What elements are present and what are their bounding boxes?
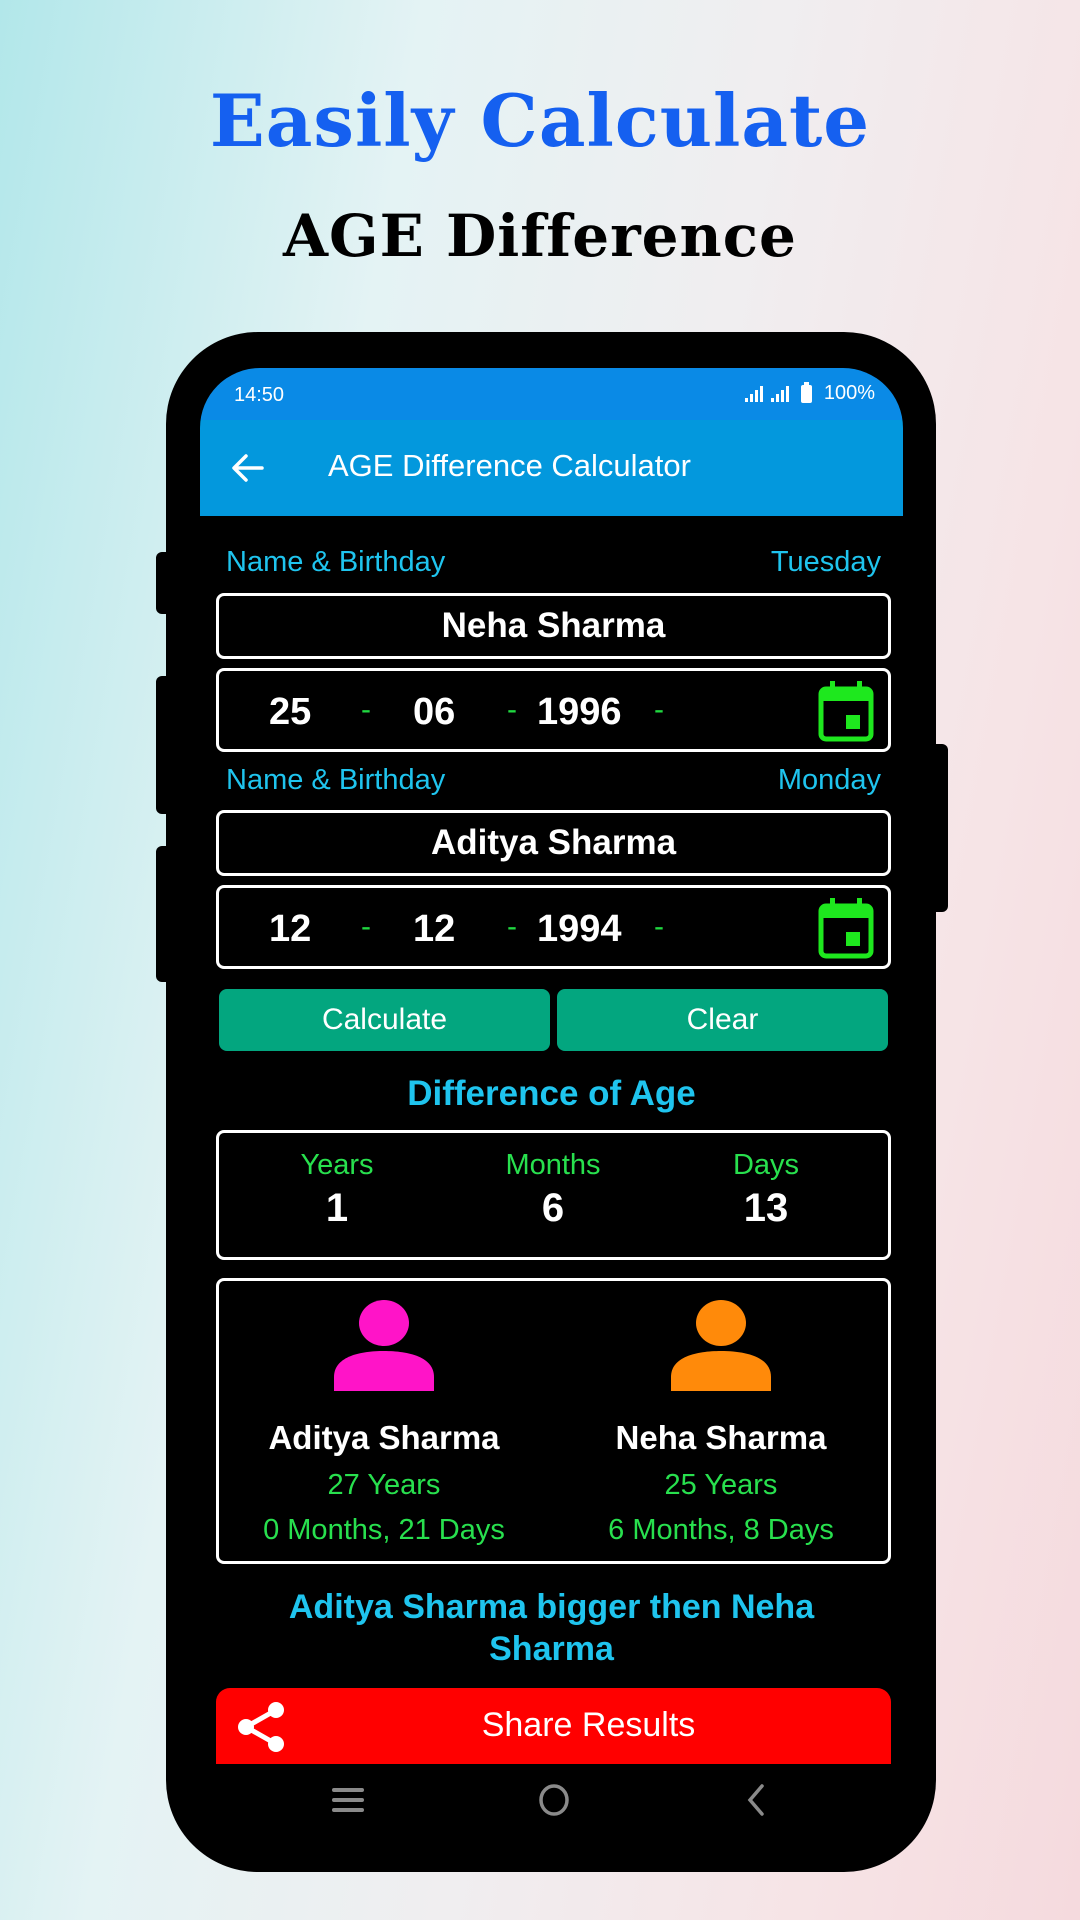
diff-years-value: 1 bbox=[325, 1186, 349, 1230]
person1-month[interactable]: 06 bbox=[413, 691, 455, 734]
status-icons: 100% bbox=[744, 381, 875, 405]
person2-date-field[interactable]: 12 - 12 - 1994 - bbox=[216, 885, 891, 969]
diff-months-value: 6 bbox=[541, 1186, 565, 1230]
person2-label: Name & Birthday bbox=[226, 764, 446, 796]
battery-percent: 100% bbox=[823, 382, 875, 404]
age-remainder: 6 Months, 8 Days bbox=[608, 1514, 834, 1546]
diff-months: Months 6 bbox=[453, 1149, 653, 1231]
date-separator: - bbox=[654, 910, 664, 943]
promo-subheadline: AGE Difference bbox=[283, 202, 797, 270]
battery-icon bbox=[800, 381, 812, 403]
date-separator: - bbox=[507, 910, 517, 943]
back-icon[interactable] bbox=[732, 1778, 780, 1822]
clear-button[interactable]: Clear bbox=[557, 989, 888, 1051]
person2-name-input[interactable]: Aditya Sharma bbox=[216, 810, 891, 876]
difference-title: Difference of Age bbox=[407, 1074, 696, 1113]
diff-years: Years 1 bbox=[237, 1149, 437, 1231]
diff-days: Days 13 bbox=[666, 1149, 866, 1231]
signal-icon bbox=[770, 385, 789, 402]
person1-name-input[interactable]: Neha Sharma bbox=[216, 593, 891, 659]
calendar-icon[interactable] bbox=[816, 679, 876, 743]
person-age-card: Neha Sharma 25 Years 6 Months, 8 Days bbox=[556, 1299, 886, 1547]
person1-date-field[interactable]: 25 - 06 - 1996 - bbox=[216, 668, 891, 752]
home-icon[interactable] bbox=[530, 1778, 578, 1822]
age-years: 27 Years bbox=[327, 1469, 441, 1501]
person-age-card: Aditya Sharma 27 Years 0 Months, 21 Days bbox=[219, 1299, 549, 1547]
person1-day[interactable]: 25 bbox=[269, 691, 311, 734]
person1-weekday: Tuesday bbox=[770, 546, 881, 578]
age-name: Neha Sharma bbox=[615, 1419, 827, 1456]
calculate-button[interactable]: Calculate bbox=[219, 989, 550, 1051]
calendar-icon[interactable] bbox=[816, 896, 876, 960]
status-time: 14:50 bbox=[234, 384, 285, 406]
diff-days-label: Days bbox=[732, 1149, 800, 1181]
recents-icon[interactable] bbox=[324, 1778, 372, 1822]
result-text: Aditya Sharma bigger then Neha Sharma bbox=[288, 1588, 815, 1668]
person1-label-row: Name & Birthday Tuesday bbox=[226, 546, 881, 579]
person2-weekday: Monday bbox=[777, 764, 881, 796]
phone-screen: 14:50 100% AGE Difference Calculator Nam… bbox=[200, 368, 903, 1834]
app-title: AGE Difference Calculator bbox=[328, 448, 691, 483]
person-icon bbox=[334, 1300, 434, 1391]
status-bar: 14:50 100% bbox=[200, 368, 903, 420]
person2-label-row: Name & Birthday Monday bbox=[226, 764, 881, 797]
system-nav-bar bbox=[200, 1764, 903, 1834]
promo-headline: Easily Calculate bbox=[209, 78, 871, 163]
diff-days-value: 13 bbox=[743, 1186, 789, 1230]
person2-day[interactable]: 12 bbox=[269, 908, 311, 951]
age-remainder: 0 Months, 21 Days bbox=[263, 1514, 505, 1546]
person-icon bbox=[671, 1300, 771, 1391]
age-name: Aditya Sharma bbox=[268, 1419, 500, 1456]
diff-months-label: Months bbox=[505, 1149, 601, 1181]
person1-label: Name & Birthday bbox=[226, 546, 446, 578]
share-results-button[interactable]: Share Results bbox=[216, 1688, 891, 1764]
back-button[interactable] bbox=[226, 446, 270, 490]
date-separator: - bbox=[507, 693, 517, 726]
person1-year[interactable]: 1996 bbox=[537, 691, 622, 734]
age-years: 25 Years bbox=[664, 1469, 778, 1501]
diff-years-label: Years bbox=[300, 1149, 374, 1181]
difference-box: Years 1 Months 6 Days 13 bbox=[216, 1130, 891, 1260]
ages-box: Aditya Sharma 27 Years 0 Months, 21 Days… bbox=[216, 1278, 891, 1564]
signal-icon bbox=[744, 385, 763, 402]
date-separator: - bbox=[654, 693, 664, 726]
person2-year[interactable]: 1994 bbox=[537, 908, 622, 951]
date-separator: - bbox=[361, 693, 371, 726]
arrow-left-icon bbox=[232, 454, 264, 482]
person2-month[interactable]: 12 bbox=[413, 908, 455, 951]
share-label: Share Results bbox=[481, 1706, 696, 1744]
app-bar: AGE Difference Calculator bbox=[200, 420, 903, 516]
date-separator: - bbox=[361, 910, 371, 943]
